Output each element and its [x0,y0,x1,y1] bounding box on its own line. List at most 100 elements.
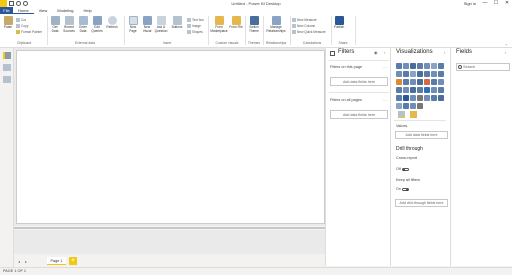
visual-type-icon[interactable] [417,79,423,85]
visual-type-icon[interactable] [403,87,409,93]
visual-type-icon[interactable] [396,95,402,101]
drill-through-drop-zone[interactable]: Add drill-through fields here [395,199,448,207]
visual-type-icon[interactable] [403,103,409,109]
visual-type-icon[interactable] [410,79,416,85]
minimize-button[interactable]: — [480,0,490,7]
tab-help[interactable]: Help [79,7,97,14]
visual-type-icon[interactable] [417,103,423,109]
visual-type-icon[interactable] [438,87,444,93]
new-page-button[interactable]: New Page [127,16,139,33]
from-file-button[interactable]: From File [229,16,243,30]
get-data-button[interactable]: Get Data [49,16,61,33]
visual-type-icon[interactable] [417,95,423,101]
visual-type-icon[interactable] [396,79,402,85]
visual-type-icon[interactable] [424,63,430,69]
filters-collapse-button[interactable]: › [384,50,385,55]
visual-type-icon[interactable] [403,71,409,77]
new-measure-button[interactable]: New Measure [292,17,317,22]
new-visual-button[interactable]: New Visual [141,16,153,33]
visual-type-icon[interactable] [410,87,416,93]
tab-modeling[interactable]: Modeling [52,7,78,14]
recent-sources-button[interactable]: Recent Sources [62,16,76,33]
image-button[interactable]: Image [187,23,201,28]
visual-type-icon[interactable] [438,95,444,101]
page-tab-1[interactable]: Page 1 [47,257,66,265]
visual-type-icon[interactable] [424,87,430,93]
values-drop-zone[interactable]: Add data fields here [395,131,448,139]
format-painter-button[interactable]: Format Painter [16,29,42,34]
prev-page-icon[interactable]: ◂ [18,259,20,264]
keep-all-filters-toggle[interactable]: On [396,187,409,191]
filters-visibility-icon[interactable]: ◉ [374,50,378,55]
visual-type-icon[interactable] [431,63,437,69]
visual-type-icon[interactable] [417,71,423,77]
visual-type-icon[interactable] [410,95,416,101]
visual-type-icon[interactable] [417,63,423,69]
database-icon [50,16,60,25]
cross-report-toggle[interactable]: Off [396,167,409,171]
filters-this-page-drop-zone[interactable]: Add data fields here [330,77,388,86]
next-page-icon[interactable]: ▸ [25,259,27,264]
visual-type-icon[interactable] [396,87,402,93]
refresh-button[interactable]: Refresh [105,16,119,30]
format-paint-roller-icon[interactable] [410,111,417,118]
visual-type-icon[interactable] [410,71,416,77]
visual-type-icon[interactable] [403,63,409,69]
edit-queries-button[interactable]: Edit Queries [90,16,104,33]
visual-type-icon[interactable] [431,71,437,77]
cut-button[interactable]: Cut [16,17,26,22]
visual-type-icon[interactable] [424,95,430,101]
tab-home[interactable]: Home [13,7,34,14]
maximize-button[interactable]: ☐ [491,0,501,7]
enter-data-button[interactable]: Enter Data [77,16,89,33]
close-button[interactable]: ✕ [502,0,512,7]
report-view-icon[interactable] [3,52,11,59]
copy-label: Copy [21,23,29,28]
visual-type-icon[interactable] [403,79,409,85]
visual-type-icon[interactable] [403,95,409,101]
text-box-button[interactable]: Text box [187,17,204,22]
new-quick-measure-button[interactable]: New Quick Measure [292,29,326,34]
report-page-canvas[interactable] [16,50,325,224]
visual-type-icon[interactable] [410,63,416,69]
visual-type-icon[interactable] [410,103,416,109]
copy-button[interactable]: Copy [16,23,28,28]
buttons-button[interactable]: Buttons [170,16,184,30]
visual-type-icon[interactable] [438,71,444,77]
filters-all-pages-drop-zone[interactable]: Add data fields here [330,110,388,119]
fields-well-icon[interactable] [398,111,405,118]
visual-type-icon[interactable] [431,79,437,85]
new-column-button[interactable]: New Column [292,23,315,28]
horizontal-scrollbar[interactable] [14,226,325,230]
visual-type-icon[interactable] [431,87,437,93]
filters-this-page-more-icon[interactable]: … [383,64,387,69]
fields-search-input[interactable]: Search [456,63,510,71]
model-view-icon[interactable] [3,76,11,83]
sign-in-link[interactable]: Sign in [464,1,476,6]
switch-theme-button[interactable]: Switch Theme [247,16,261,33]
visual-type-icon[interactable] [396,71,402,77]
publish-button[interactable]: Publish [333,16,345,30]
filters-this-page-label: Filters on this page [330,65,363,69]
visual-type-icon[interactable] [396,63,402,69]
scrollbar-thumb[interactable] [14,227,325,229]
tab-file[interactable]: File [0,7,13,14]
ask-question-button[interactable]: Ask A Question [154,16,168,33]
visual-type-icon[interactable] [417,87,423,93]
visualizations-collapse-button[interactable]: › [444,50,445,55]
shapes-button[interactable]: Shapes [187,29,203,34]
filters-all-pages-more-icon[interactable]: … [383,97,387,102]
data-view-icon[interactable] [3,64,11,71]
visual-type-icon[interactable] [438,79,444,85]
tab-view[interactable]: View [34,7,53,14]
visual-type-icon[interactable] [396,103,402,109]
from-marketplace-button[interactable]: From Marketplace [210,16,228,33]
manage-relationships-button[interactable]: Manage Relationships [265,16,287,33]
visual-type-icon[interactable] [424,79,430,85]
visual-type-icon[interactable] [431,95,437,101]
fields-collapse-button[interactable]: › [505,50,506,55]
paste-button[interactable]: Paste [2,16,14,30]
visual-type-icon[interactable] [424,71,430,77]
visual-type-icon[interactable] [438,63,444,69]
add-page-button[interactable]: + [69,257,77,265]
